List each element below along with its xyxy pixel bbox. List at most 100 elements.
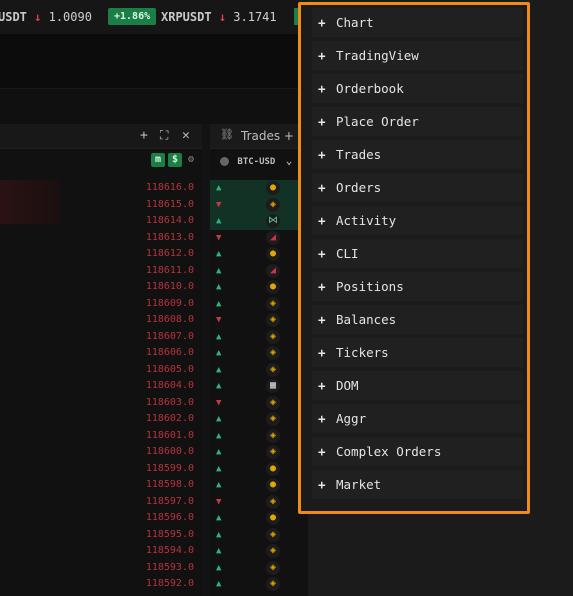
trade-list: ▲ ● ▼ ◈ ▲ ⋈ ▼ ◢ ▲ ● ▲ ◢ ▲ ● ▲ ◈ ▼ ◈ ▲ ◈ ▲ ◈ ▲ ◈ ▲ ▦ ▼ ◈ ▲ ◈ ▲ ◈ ▲ ◈ ▲ ● ▲ ● ▼ ◈… (210, 180, 310, 593)
menu-item-label: Chart (336, 15, 374, 30)
expand-icon[interactable]: ⛶ (160, 128, 168, 143)
trade-row: ▲ ● (210, 180, 310, 197)
price-level[interactable]: 118606.0 (114, 345, 194, 362)
price-level[interactable]: 118602.0 (114, 411, 194, 428)
menu-item-label: Market (336, 477, 382, 492)
menu-item-place-order[interactable]: + Place Order (312, 107, 523, 136)
menu-item-tradingview[interactable]: + TradingView (312, 41, 523, 70)
menu-item-tickers[interactable]: + Tickers (312, 338, 523, 367)
price-level[interactable]: 118599.0 (114, 461, 194, 478)
price-level[interactable]: 118597.0 (114, 494, 194, 511)
price-level[interactable]: 118615.0 (114, 197, 194, 214)
price-level[interactable]: 118611.0 (114, 263, 194, 280)
menu-item-cli[interactable]: + CLI (312, 239, 523, 268)
price-level[interactable]: 118592.0 (114, 576, 194, 593)
plus-icon: + (318, 147, 326, 162)
menu-item-market[interactable]: + Market (312, 470, 523, 499)
plus-icon: + (318, 378, 326, 393)
panel-header: + ⛶ ✕ (0, 124, 202, 149)
trade-row: ▲ ▦ (210, 378, 310, 395)
plus-icon: + (318, 180, 326, 195)
depth-heat (0, 180, 60, 224)
menu-item-dom[interactable]: + DOM (312, 371, 523, 400)
menu-item-complex-orders[interactable]: + Complex Orders (312, 437, 523, 466)
menu-item-balances[interactable]: + Balances (312, 305, 523, 334)
binance-icon: ◈ (266, 577, 280, 591)
trade-row: ▲ ⋈ (210, 213, 310, 230)
price-level[interactable]: 118604.0 (114, 378, 194, 395)
price-level[interactable]: 118596.0 (114, 510, 194, 527)
trade-row: ▲ ● (210, 279, 310, 296)
ticker-xrpusdt[interactable]: XRPUSDT ↓ 3.1741 (161, 10, 277, 24)
trade-row: ▼ ◢ (210, 230, 310, 247)
arrow-up-icon: ▲ (216, 298, 222, 309)
coinbase-icon: ● (266, 247, 280, 261)
plus-icon: + (318, 114, 326, 129)
menu-item-activity[interactable]: + Activity (312, 206, 523, 235)
price-level[interactable]: 118594.0 (114, 543, 194, 560)
binance-icon: ◈ (266, 428, 280, 443)
chart-toolbar (0, 88, 310, 125)
trade-row: ▲ ◢ (210, 263, 310, 280)
price-level[interactable]: 118612.0 (114, 246, 194, 263)
symbol-select[interactable]: BTC-USD ⌄ (220, 154, 292, 167)
price-level[interactable]: 118608.0 (114, 312, 194, 329)
price-level[interactable]: 118603.0 (114, 395, 194, 412)
arrow-up-icon: ▲ (216, 414, 222, 424)
menu-item-aggr[interactable]: + Aggr (312, 404, 523, 433)
arrow-up-icon: ▲ (216, 348, 222, 358)
trade-row: ▲ ◈ (210, 560, 310, 577)
arrow-up-icon: ▲ (216, 331, 222, 342)
plus-icon: + (318, 81, 326, 96)
binance-icon: ◈ (266, 560, 280, 575)
menu-item-trades[interactable]: + Trades (312, 140, 523, 169)
add-icon[interactable]: + (140, 128, 148, 143)
ticker-usdt[interactable]: USDT ↓ 1.0090 (0, 10, 92, 24)
close-icon[interactable]: ✕ (182, 128, 190, 143)
coin-icon (220, 157, 229, 166)
menu-item-label: DOM (336, 378, 359, 393)
coinbase-icon: ● (266, 511, 280, 525)
m-toggle-button[interactable]: m (151, 153, 165, 167)
price-level[interactable]: 118609.0 (114, 296, 194, 313)
price-level[interactable]: 118605.0 (114, 362, 194, 379)
orderbook-panel: + ⛶ ✕ m $ ⚙ 118616.0 118615.0 118614.0 1186… (0, 124, 202, 596)
trade-row: ▼ ◈ (210, 494, 310, 511)
price-level[interactable]: 118614.0 (114, 213, 194, 230)
price-level[interactable]: 118600.0 (114, 444, 194, 461)
plus-icon: + (318, 312, 326, 327)
ticker-price: 1.0090 (48, 10, 92, 24)
plus-icon: + (318, 411, 326, 426)
price-level[interactable]: 118613.0 (114, 230, 194, 247)
price-level[interactable]: 118616.0 (114, 180, 194, 197)
price-level[interactable]: 118593.0 (114, 560, 194, 577)
menu-item-orderbook[interactable]: + Orderbook (312, 74, 523, 103)
menu-item-orders[interactable]: + Orders (312, 173, 523, 202)
price-level[interactable]: 118601.0 (114, 428, 194, 445)
menu-item-positions[interactable]: + Positions (312, 272, 523, 301)
gear-icon[interactable]: ⚙ (184, 153, 198, 167)
plus-icon: + (318, 477, 326, 492)
price-level[interactable]: 118607.0 (114, 329, 194, 346)
menu-item-label: Place Order (336, 114, 419, 129)
binance-icon: ◈ (266, 346, 280, 360)
okx-icon: ▦ (266, 379, 280, 393)
menu-item-label: TradingView (336, 48, 419, 63)
arrow-up-icon: ▲ (216, 579, 222, 589)
arrow-down-icon: ▼ (216, 397, 222, 408)
dollar-toggle-button[interactable]: $ (168, 153, 182, 167)
arrow-up-icon: ▲ (216, 447, 222, 457)
binance-icon: ◈ (266, 544, 280, 558)
arrow-up-icon: ▲ (216, 546, 222, 556)
link-icon[interactable]: ⛓ (220, 128, 234, 141)
price-level[interactable]: 118598.0 (114, 477, 194, 494)
menu-item-chart[interactable]: + Chart (312, 8, 523, 37)
price-level[interactable]: 118595.0 (114, 527, 194, 544)
binance-icon: ◈ (266, 494, 280, 509)
arrow-up-icon: ▲ (216, 249, 222, 259)
menu-item-label: Trades (336, 147, 382, 162)
coinbase-icon: ● (266, 478, 280, 492)
price-level[interactable]: 118610.0 (114, 279, 194, 296)
arrow-up-icon: ▲ (216, 480, 222, 490)
trade-row: ▲ ● (210, 510, 310, 527)
